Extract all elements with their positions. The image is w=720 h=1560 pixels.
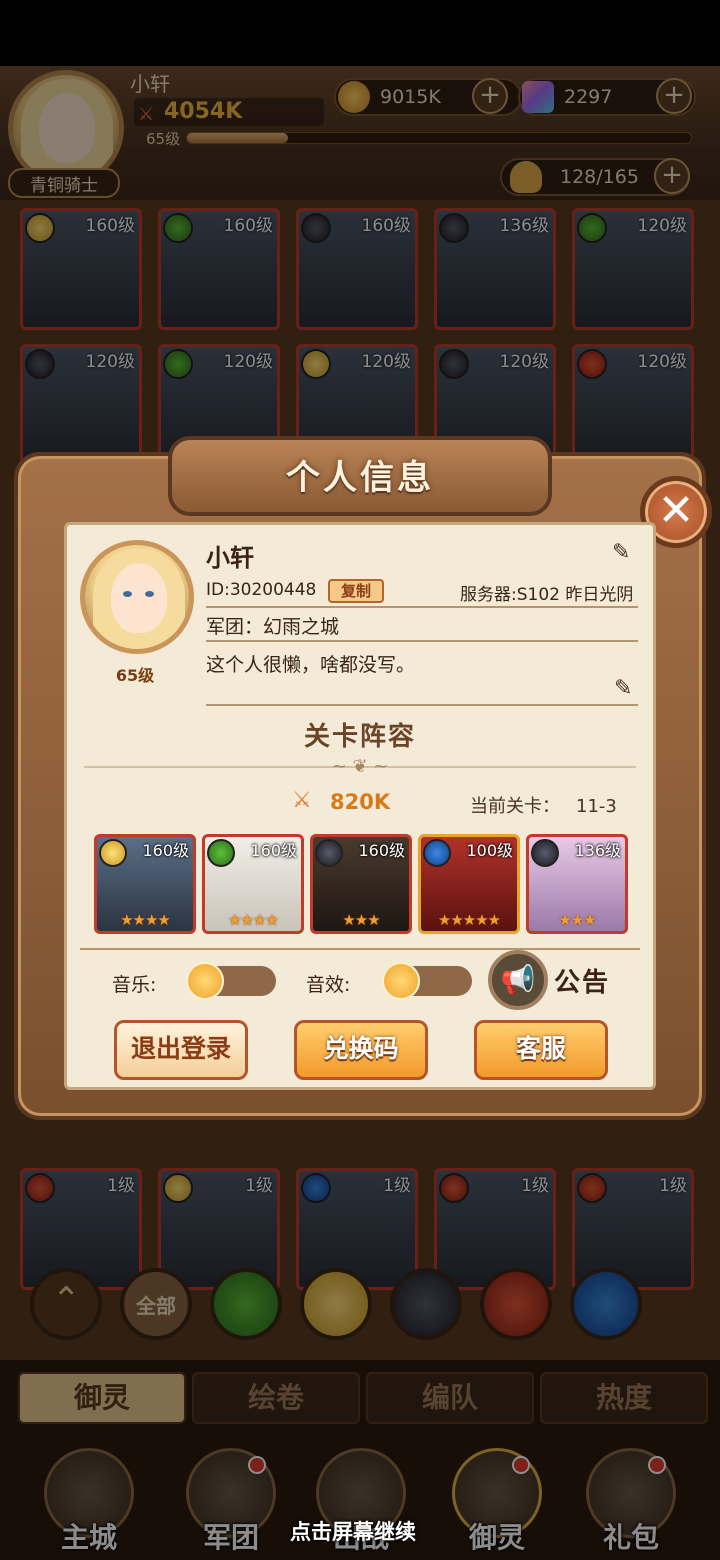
current-stage-value: 11-3: [576, 796, 617, 817]
dialog-title: 个人信息: [286, 458, 434, 498]
profile-name: 小轩: [206, 544, 254, 572]
sfx-label: 音效:: [306, 974, 351, 996]
gold-element-icon: [99, 839, 127, 867]
star-rating: ★★★★: [228, 911, 279, 929]
divider: [80, 948, 640, 950]
hero-level: 160级: [358, 841, 405, 860]
toggle-knob: [186, 962, 224, 1000]
toggle-knob: [382, 962, 420, 1000]
music-toggle[interactable]: [186, 962, 276, 1000]
dark-element-icon: [531, 839, 559, 867]
lineup-power: 820K: [330, 790, 391, 814]
star-rating: ★★★★★: [437, 911, 501, 929]
megaphone-icon: 📢: [500, 963, 536, 996]
continue-hint: 点击屏幕继续: [290, 1520, 416, 1544]
divider: [206, 606, 638, 608]
blue-element-icon: [423, 839, 451, 867]
hero-level: 160级: [142, 841, 189, 860]
hero-level: 100级: [466, 841, 513, 860]
customer-service-button[interactable]: 客服: [474, 1020, 608, 1080]
lineup-hero-card[interactable]: 160级 ★★★★: [94, 834, 196, 934]
hero-level: 136级: [574, 841, 621, 860]
notice-label[interactable]: 公告: [554, 962, 610, 999]
divider: [206, 640, 638, 642]
redeem-code-button[interactable]: 兑换码: [294, 1020, 428, 1080]
star-rating: ★★★: [342, 911, 380, 929]
logout-button[interactable]: 退出登录: [114, 1020, 248, 1080]
signature-text: 这个人很懒，啥都没写。: [206, 654, 416, 676]
lineup-hero-card[interactable]: 160级 ★★★★: [202, 834, 304, 934]
game-screen: 青铜骑士 小轩 ⚔ 4054K 65级 9015K + 2297 + 128/16…: [0, 0, 720, 1560]
profile-level: 65级: [115, 666, 155, 685]
notice-button[interactable]: 📢: [488, 950, 548, 1010]
swords-icon: ⚔: [292, 788, 312, 813]
hero-level: 160级: [250, 841, 297, 860]
lineup-hero-card[interactable]: 160级 ★★★: [310, 834, 412, 934]
green-element-icon: [207, 839, 235, 867]
edit-signature-icon[interactable]: ✎: [614, 676, 632, 701]
guild-info: 军团：幻雨之城: [206, 616, 340, 638]
profile-avatar[interactable]: [80, 540, 194, 654]
sfx-toggle[interactable]: [382, 962, 472, 1000]
star-rating: ★★★★: [120, 911, 171, 929]
player-id: ID:30200448: [206, 580, 317, 600]
current-stage: 当前关卡： 11-3: [470, 792, 617, 818]
copy-id-button[interactable]: 复制: [328, 579, 384, 603]
current-stage-label: 当前关卡：: [470, 796, 560, 817]
lineup-title: 关卡阵容: [303, 722, 416, 752]
star-rating: ★★★: [558, 911, 596, 929]
lineup-hero-card[interactable]: 100级 ★★★★★: [418, 834, 520, 934]
edit-name-icon[interactable]: ✎: [612, 540, 630, 565]
ornament-icon: ~ ❦ ~: [331, 756, 389, 777]
dark-element-icon: [315, 839, 343, 867]
close-icon: ✕: [657, 485, 695, 536]
server-info: 服务器:S102 昨日光阴: [460, 585, 634, 605]
music-label: 音乐:: [112, 974, 157, 996]
divider: [206, 704, 638, 706]
lineup-hero-card[interactable]: 136级 ★★★: [526, 834, 628, 934]
